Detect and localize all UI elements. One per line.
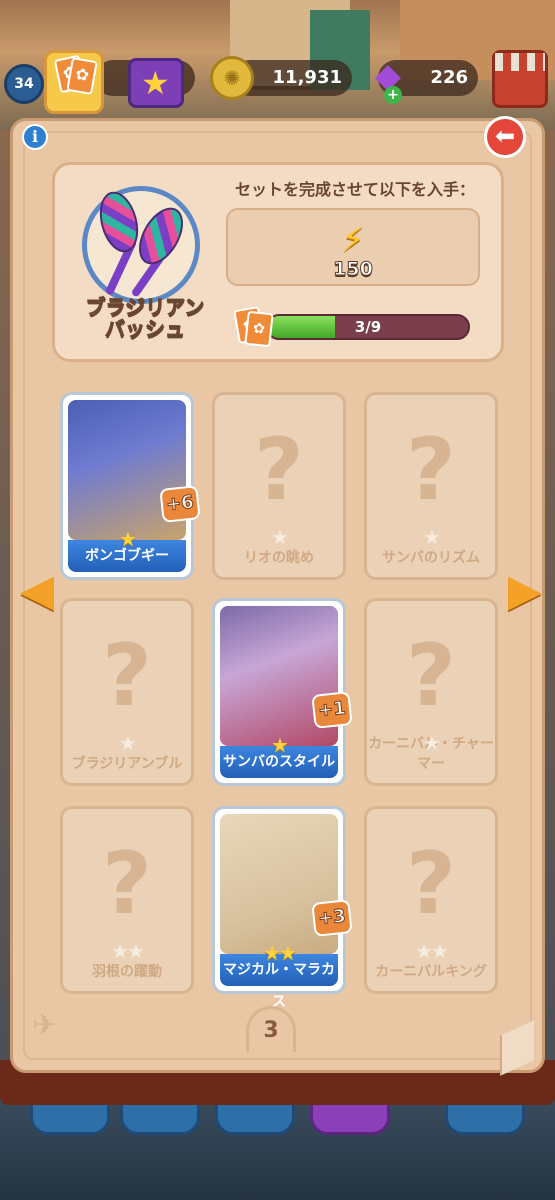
shop-button[interactable]	[492, 50, 548, 108]
card-star-rating: ★	[423, 525, 441, 549]
card-label: カーニバルキング	[375, 964, 487, 980]
add-gems-button[interactable]: +	[384, 86, 402, 104]
set-title-line1: ブラジリアン	[85, 295, 205, 319]
question-mark-icon: ?	[406, 834, 456, 934]
gems-value: 226	[430, 67, 468, 88]
card-slot[interactable]: ? カーニバルキング ★★	[364, 806, 498, 994]
question-mark-icon: ?	[254, 420, 304, 520]
plane-icon: ✈	[32, 1008, 58, 1043]
card-label: 羽根の躍動	[92, 964, 162, 980]
energy-bolt-icon: ⚡	[341, 220, 365, 260]
card-star-rating: ★★	[111, 939, 145, 963]
set-emblem	[82, 186, 200, 304]
set-title: ブラジリアン バッシュ	[60, 295, 230, 341]
card-label: リオの眺め	[244, 550, 314, 566]
bottom-nav-bar	[0, 1095, 555, 1200]
card-slot[interactable]: サンバのスタイル +1 ★	[212, 598, 353, 786]
question-mark-icon: ?	[102, 626, 152, 726]
card-slot[interactable]: ? カーニバル・チャーマー ★	[364, 598, 498, 786]
card-label: ブラジリアンブル	[71, 756, 183, 772]
page-number: 3	[246, 1006, 296, 1052]
coin-icon: ✺	[210, 56, 254, 100]
shop-icon	[495, 53, 545, 71]
set-progress-text: 3/9	[354, 318, 382, 336]
info-button[interactable]: i	[22, 124, 48, 150]
duplicate-count-badge: +1	[311, 691, 353, 729]
duplicate-count-badge: +6	[159, 485, 201, 523]
question-mark-icon: ?	[406, 420, 456, 520]
set-title-line2: バッシュ	[105, 317, 186, 341]
card-star-rating: ★	[271, 525, 289, 549]
card-star-rating: ★★	[263, 941, 297, 965]
question-mark-icon: ?	[406, 626, 456, 726]
duplicate-count-badge: +3	[311, 899, 353, 937]
album-button[interactable]: ✿ ✿	[44, 50, 104, 114]
reward-label: セットを完成させて以下を入手：	[234, 180, 475, 199]
card-star-rating: ★★	[415, 939, 449, 963]
card-slot[interactable]: ? リオの眺め ★	[212, 392, 346, 580]
back-button[interactable]: ⬅	[484, 116, 526, 158]
card-star-rating: ★	[119, 731, 137, 755]
star-event-button[interactable]: ★	[128, 58, 184, 108]
card-star-rating: ★	[119, 527, 137, 551]
card-slot[interactable]: ? ブラジリアンブル ★	[60, 598, 194, 786]
next-page-arrow[interactable]: ▶	[508, 566, 542, 616]
card-slot[interactable]: ? 羽根の躍動 ★★	[60, 806, 194, 994]
star-icon: ★	[141, 64, 170, 102]
card-star-rating: ★	[423, 731, 441, 755]
card-slot[interactable]: ? サンバのリズム ★	[364, 392, 498, 580]
cards-icon: ✿ ✿	[232, 302, 278, 350]
card-label: サンバのリズム	[382, 550, 480, 566]
reward-value: 150	[333, 258, 374, 281]
maraca-icon	[129, 200, 193, 272]
question-mark-icon: ?	[102, 834, 152, 934]
card-star-rating: ★	[271, 733, 289, 757]
card-slot[interactable]: マジカル・マラカス +3 ★★	[212, 806, 353, 1010]
prev-page-arrow[interactable]: ◀	[20, 566, 54, 616]
player-level-badge[interactable]: 34	[4, 64, 44, 104]
card-icon: ✿	[66, 57, 98, 95]
coins-value: 11,931	[272, 67, 342, 88]
card-slot[interactable]: ボンゴブギー +6 ★	[60, 392, 201, 580]
